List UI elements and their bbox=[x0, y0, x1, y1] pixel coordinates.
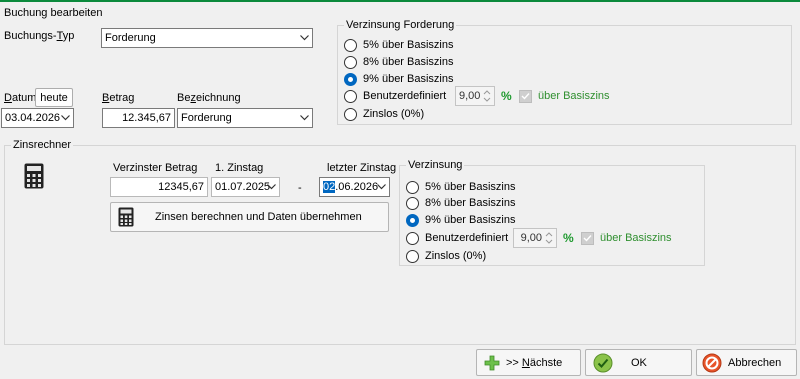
percent-sign: % bbox=[563, 231, 574, 245]
next-button[interactable]: >> Nächste bbox=[476, 349, 581, 376]
calc-interest-over-base-checkbox[interactable]: über Basiszins bbox=[581, 231, 672, 245]
last-day-picker[interactable]: 02.06.2026 bbox=[319, 177, 390, 197]
calculator-icon bbox=[111, 203, 141, 231]
ok-button[interactable]: OK bbox=[585, 349, 692, 376]
calc-interest-radio-5[interactable]: 5% über Basiszins bbox=[406, 180, 516, 194]
booking-type-value: Forderung bbox=[105, 32, 156, 44]
last-day-label: letzter Zinstag bbox=[327, 162, 397, 174]
spinner-icon[interactable] bbox=[482, 88, 492, 104]
description-combo[interactable]: Forderung bbox=[177, 108, 313, 128]
interest-claim-radio-8[interactable]: 8% über Basiszins bbox=[344, 55, 454, 69]
calculate-and-apply-button[interactable]: Zinsen berechnen und Daten übernehmen bbox=[110, 202, 389, 232]
calc-interest-radio-8[interactable]: 8% über Basiszins bbox=[406, 196, 516, 210]
calculator-title: Zinsrechner bbox=[11, 138, 74, 152]
calculator-interest-title: Verzinsung bbox=[406, 158, 465, 172]
interest-claim-radio-custom[interactable]: Benutzerdefiniert bbox=[344, 89, 446, 103]
page-title: Buchung bearbeiten bbox=[4, 7, 103, 19]
today-button[interactable]: heute bbox=[35, 88, 73, 107]
calculator-icon bbox=[24, 163, 44, 189]
interest-claim-radio-9[interactable]: 9% über Basiszins bbox=[344, 72, 454, 86]
date-label: Datum bbox=[4, 92, 37, 104]
plus-icon bbox=[480, 351, 504, 375]
booking-type-combo[interactable]: Forderung bbox=[101, 28, 313, 48]
checkmark-icon bbox=[591, 351, 615, 375]
interest-claim-over-base-checkbox[interactable]: über Basiszins bbox=[519, 89, 610, 103]
ok-button-label: OK bbox=[631, 356, 647, 369]
interest-claim-title: Verzinsung Forderung bbox=[344, 18, 457, 32]
chevron-down-icon[interactable] bbox=[60, 109, 70, 127]
last-day-selected-part: 02 bbox=[323, 181, 336, 193]
amount-input[interactable]: 12.345,67 bbox=[102, 108, 175, 128]
interest-claim-custom-stepper[interactable]: 9,00 bbox=[455, 86, 495, 106]
calc-interest-radio-custom[interactable]: Benutzerdefiniert bbox=[406, 231, 508, 245]
cancel-button[interactable]: Abbrechen bbox=[696, 349, 797, 376]
date-range-dash: - bbox=[298, 182, 302, 194]
interest-claim-radio-5[interactable]: 5% über Basiszins bbox=[344, 38, 454, 52]
top-accent-line bbox=[0, 0, 800, 2]
spinner-icon[interactable] bbox=[544, 230, 554, 246]
next-button-label: >> Nächste bbox=[506, 356, 563, 369]
percent-sign: % bbox=[501, 89, 512, 103]
amount-label: Betrag bbox=[102, 92, 135, 104]
calculate-button-label: Zinsen berechnen und Daten übernehmen bbox=[155, 211, 362, 223]
chevron-down-icon[interactable] bbox=[299, 109, 309, 127]
interest-amount-input[interactable]: 12345,67 bbox=[110, 177, 208, 197]
cancel-icon bbox=[700, 351, 724, 375]
description-value: Forderung bbox=[181, 112, 232, 124]
interest-claim-radio-none[interactable]: Zinslos (0%) bbox=[344, 107, 424, 121]
cancel-button-label: Abbrechen bbox=[728, 356, 782, 369]
first-day-label: 1. Zinstag bbox=[215, 162, 264, 174]
date-picker[interactable]: 03.04.2026 bbox=[1, 108, 74, 128]
description-label: Bezeichnung bbox=[177, 92, 241, 104]
chevron-down-icon[interactable] bbox=[299, 29, 309, 47]
date-value: 03.04.2026 bbox=[5, 112, 61, 124]
interest-amount-label: Verzinster Betrag bbox=[113, 162, 198, 174]
first-day-picker[interactable]: 01.07.2025 bbox=[211, 177, 280, 197]
calc-interest-radio-9[interactable]: 9% über Basiszins bbox=[406, 213, 516, 227]
chevron-down-icon[interactable] bbox=[376, 178, 386, 196]
calc-interest-radio-none[interactable]: Zinslos (0%) bbox=[406, 249, 486, 263]
booking-type-label: Buchungs-Typ bbox=[4, 30, 75, 42]
chevron-down-icon[interactable] bbox=[266, 178, 276, 196]
calc-interest-custom-stepper[interactable]: 9,00 bbox=[513, 228, 557, 248]
